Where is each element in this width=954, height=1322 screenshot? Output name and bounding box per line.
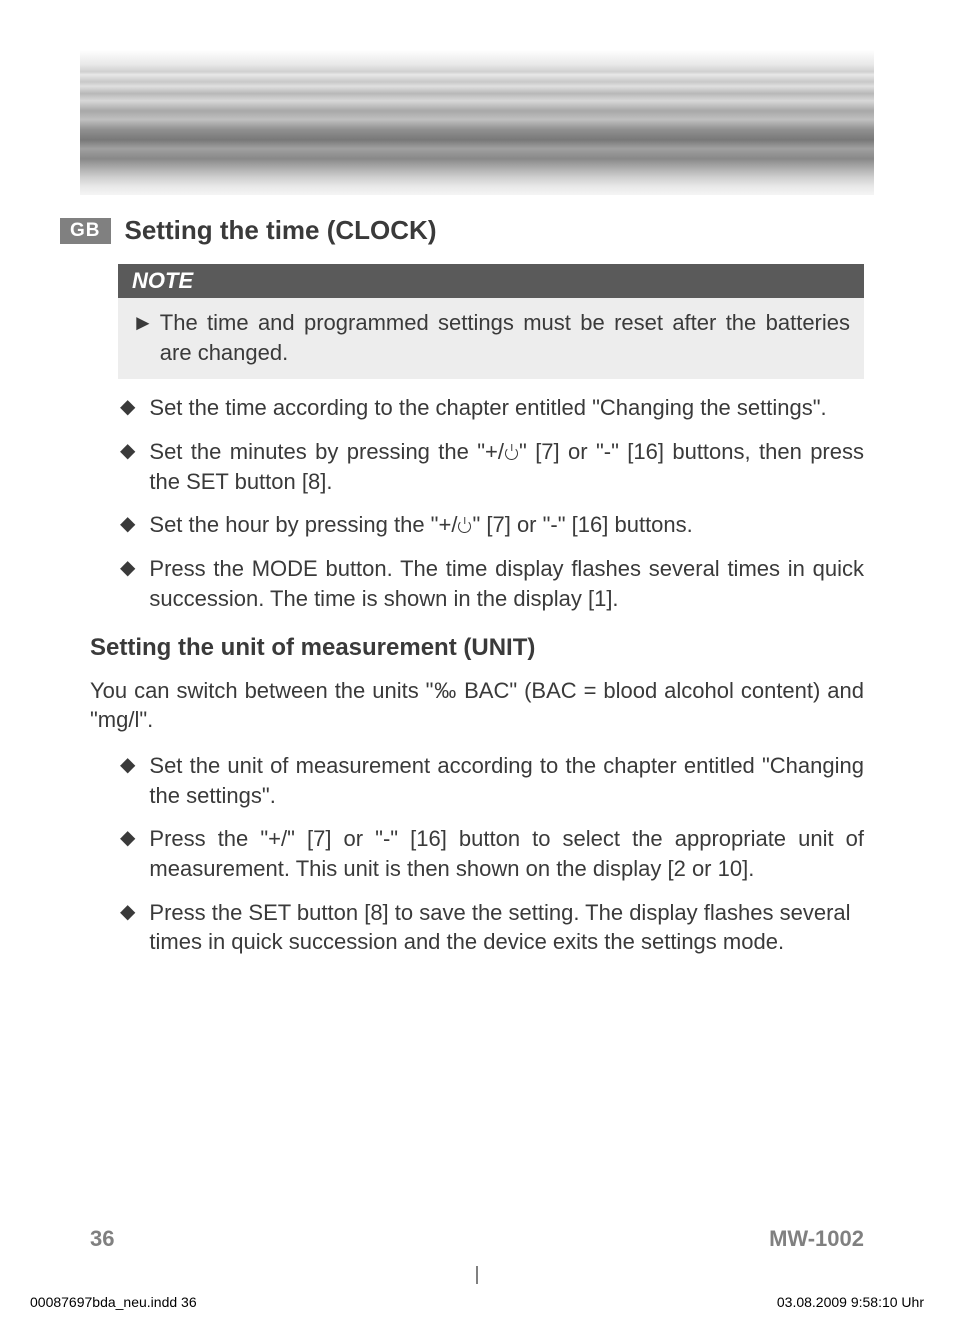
bullet-item: ◆ Set the unit of measurement according …	[118, 751, 864, 810]
section2-intro: You can switch between the units "‰ BAC"…	[90, 676, 864, 735]
bullet-text: Press the SET button [8] to save the set…	[149, 898, 864, 957]
bullet-text: Press the MODE button. The time display …	[149, 554, 864, 613]
diamond-icon: ◆	[120, 751, 135, 810]
print-timestamp: 03.08.2009 9:58:10 Uhr	[777, 1294, 924, 1310]
bullet-text: Set the hour by pressing the "+/" [7] or…	[149, 510, 864, 540]
diamond-icon: ◆	[120, 554, 135, 613]
diamond-icon: ◆	[120, 898, 135, 957]
note-body: ► The time and programmed settings must …	[118, 298, 864, 379]
note-item: ► The time and programmed settings must …	[132, 308, 850, 367]
bullet-item: ◆ Set the hour by pressing the "+/" [7] …	[118, 510, 864, 540]
section2-title: Setting the unit of measurement (UNIT)	[90, 634, 864, 662]
content-area: GB Setting the time (CLOCK) NOTE ► The t…	[40, 195, 914, 957]
source-filename: 00087697bda_neu.indd 36	[30, 1294, 197, 1310]
note-label: NOTE	[118, 264, 864, 298]
section1-heading-row: GB Setting the time (CLOCK)	[60, 215, 864, 246]
section2-bullet-list: ◆ Set the unit of measurement according …	[118, 751, 864, 957]
language-badge: GB	[60, 218, 111, 244]
note-text: The time and programmed settings must be…	[160, 308, 850, 367]
header-decorative-image	[80, 50, 874, 195]
bullet-item: ◆ Press the "+/" [7] or "-" [16] button …	[118, 824, 864, 883]
bullet-item: ◆ Press the SET button [8] to save the s…	[118, 898, 864, 957]
bullet-item: ◆ Set the minutes by pressing the "+/" […	[118, 437, 864, 496]
bullet-text: Set the unit of measurement according to…	[149, 751, 864, 810]
power-icon	[505, 447, 518, 460]
note-block: NOTE ► The time and programmed settings …	[118, 264, 864, 379]
diamond-icon: ◆	[120, 437, 135, 496]
diamond-icon: ◆	[120, 824, 135, 883]
bullet-text: Set the time according to the chapter en…	[149, 393, 864, 423]
bullet-text: Set the minutes by pressing the "+/" [7]…	[149, 437, 864, 496]
diamond-icon: ◆	[120, 510, 135, 540]
section1-bullet-list: ◆ Set the time according to the chapter …	[118, 393, 864, 613]
model-number: MW-1002	[769, 1226, 864, 1252]
power-icon	[458, 520, 471, 533]
crop-mark-icon	[477, 1266, 478, 1284]
page-container: GB Setting the time (CLOCK) NOTE ► The t…	[0, 0, 954, 1322]
section1-title: Setting the time (CLOCK)	[125, 215, 437, 246]
page-info-bar: 00087697bda_neu.indd 36 03.08.2009 9:58:…	[30, 1294, 924, 1310]
bullet-item: ◆ Set the time according to the chapter …	[118, 393, 864, 423]
bullet-text: Press the "+/" [7] or "-" [16] button to…	[149, 824, 864, 883]
bullet-item: ◆ Press the MODE button. The time displa…	[118, 554, 864, 613]
note-arrow-icon: ►	[132, 308, 154, 367]
page-number: 36	[90, 1226, 114, 1252]
page-footer: 36 MW-1002	[90, 1226, 864, 1252]
diamond-icon: ◆	[120, 393, 135, 423]
